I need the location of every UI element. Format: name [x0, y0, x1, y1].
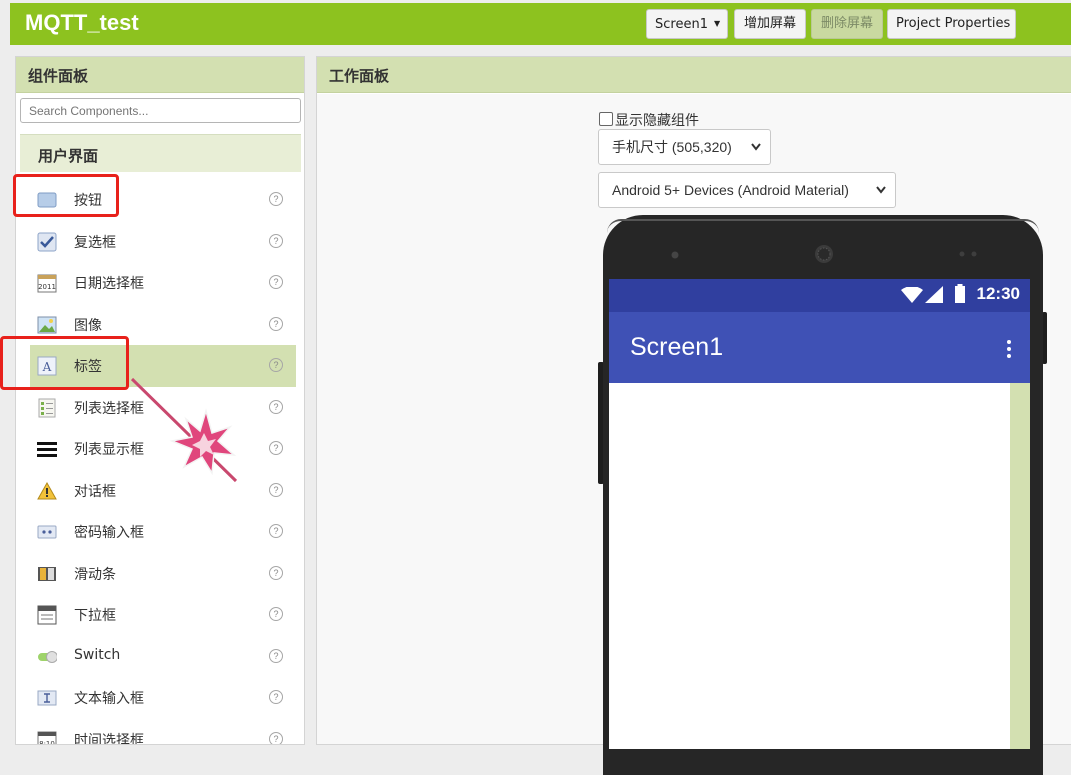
palette-item-label: Switch	[74, 646, 121, 663]
help-icon[interactable]: ?	[269, 441, 283, 455]
help-icon[interactable]: ?	[269, 316, 283, 331]
show-hidden-label: 显示隐藏组件	[615, 113, 699, 129]
palette-item-label: 时间选择框	[74, 732, 144, 745]
project-title: MQTT_test	[25, 10, 139, 35]
slider-icon	[37, 564, 57, 584]
overflow-menu-icon[interactable]	[1007, 340, 1011, 361]
annotation-arrow-icon	[130, 377, 238, 483]
screen-select-button[interactable]: Screen1 ▼	[646, 9, 728, 39]
screen-scrollbar[interactable]	[1010, 383, 1030, 749]
status-clock: 12:30	[976, 284, 1020, 303]
palette-item-label: 图像	[74, 317, 102, 334]
image-icon	[37, 315, 57, 335]
palette-item-label: 下拉框	[74, 608, 116, 624]
textbox-icon	[37, 688, 57, 708]
warning-icon	[37, 481, 57, 501]
project-properties-button[interactable]: Project Properties	[887, 9, 1016, 39]
checkbox-icon	[37, 232, 57, 252]
password-icon	[37, 522, 57, 542]
palette-item-timepicker[interactable]: 8:10 时间选择框 ?	[30, 719, 296, 746]
palette-item-label: 密码输入框	[74, 525, 144, 541]
top-toolbar: MQTT_test Screen1 ▼ 增加屏幕 删除屏幕 Project Pro…	[10, 3, 1071, 45]
screen-title: Screen1	[630, 333, 724, 361]
screen-select-label: Screen1	[655, 17, 708, 32]
palette-item-passwordtextbox[interactable]: 密码输入框 ?	[30, 511, 296, 553]
help-icon[interactable]: ?	[269, 565, 283, 580]
help-icon[interactable]: ?	[269, 399, 283, 414]
help-icon[interactable]: ?	[269, 275, 283, 289]
listpicker-icon	[37, 398, 57, 418]
help-icon[interactable]: ?	[269, 233, 283, 248]
help-icon[interactable]: ?	[269, 524, 283, 538]
spinner-icon	[37, 605, 57, 625]
status-bar: 12:30	[609, 279, 1030, 312]
datepicker-icon: 2011	[37, 273, 57, 293]
battery-icon	[955, 284, 965, 303]
palette-item-checkbox[interactable]: 复选框 ?	[30, 221, 296, 263]
theme-select[interactable]: Android 5+ Devices (Android Material)	[598, 172, 896, 208]
palette-item-spinner[interactable]: 下拉框 ?	[30, 594, 296, 636]
add-screen-button[interactable]: 增加屏幕	[734, 9, 806, 39]
phone-screen: 12:30 Screen1	[609, 279, 1030, 749]
palette-item-datepicker[interactable]: 2011 日期选择框 ?	[30, 262, 296, 304]
signal-icon	[925, 286, 943, 303]
dropdown-caret-icon: ▼	[713, 19, 721, 28]
phone-sensor-icon	[671, 251, 679, 259]
listview-icon	[37, 439, 57, 459]
palette-item-textbox[interactable]: 文本输入框 ?	[30, 677, 296, 719]
palette-item-label: 滑动条	[74, 566, 116, 583]
remove-screen-button[interactable]: 删除屏幕	[811, 9, 883, 39]
palette-item-slider[interactable]: 滑动条 ?	[30, 553, 296, 595]
highlight-box-label	[0, 336, 129, 390]
chevron-down-icon	[875, 173, 887, 219]
palette-item-label: 复选框	[74, 234, 116, 251]
app-bar: Screen1	[609, 312, 1030, 383]
show-hidden-checkbox[interactable]	[599, 112, 613, 126]
help-icon[interactable]: ?	[269, 482, 283, 497]
user-interface-section[interactable]: 用户界面	[20, 134, 301, 172]
phone-size-value: 手机尺寸 (505,320)	[612, 139, 732, 155]
chevron-down-icon	[750, 130, 762, 176]
phone-size-select[interactable]: 手机尺寸 (505,320)	[598, 129, 771, 165]
phone-frame-edge	[607, 219, 1039, 233]
help-icon[interactable]: ?	[269, 731, 283, 744]
theme-value: Android 5+ Devices (Android Material)	[612, 182, 849, 198]
palette-item-switch[interactable]: Switch ?	[30, 636, 296, 678]
show-hidden-row[interactable]: 显示隐藏组件	[599, 110, 699, 130]
palette-item-label: 文本输入框	[74, 691, 144, 707]
help-icon[interactable]: ?	[269, 648, 283, 663]
svg-text:2011: 2011	[38, 283, 56, 291]
search-components-input[interactable]	[20, 98, 301, 123]
help-icon[interactable]: ?	[269, 358, 283, 372]
help-icon[interactable]: ?	[269, 192, 283, 206]
svg-text:8:10: 8:10	[39, 740, 55, 746]
timepicker-icon: 8:10	[37, 730, 57, 746]
palette-item-label: 日期选择框	[74, 276, 144, 292]
viewer-title: 工作面板	[317, 57, 1071, 93]
highlight-box-button	[13, 174, 119, 217]
phone-camera-icon	[959, 251, 977, 257]
switch-icon	[37, 647, 57, 667]
palette-title: 组件面板	[16, 57, 304, 93]
wifi-icon	[901, 287, 923, 303]
palette-item-label: 对话框	[74, 483, 116, 500]
help-icon[interactable]: ?	[269, 690, 283, 704]
help-icon[interactable]: ?	[269, 607, 283, 621]
phone-speaker-icon	[815, 245, 833, 263]
